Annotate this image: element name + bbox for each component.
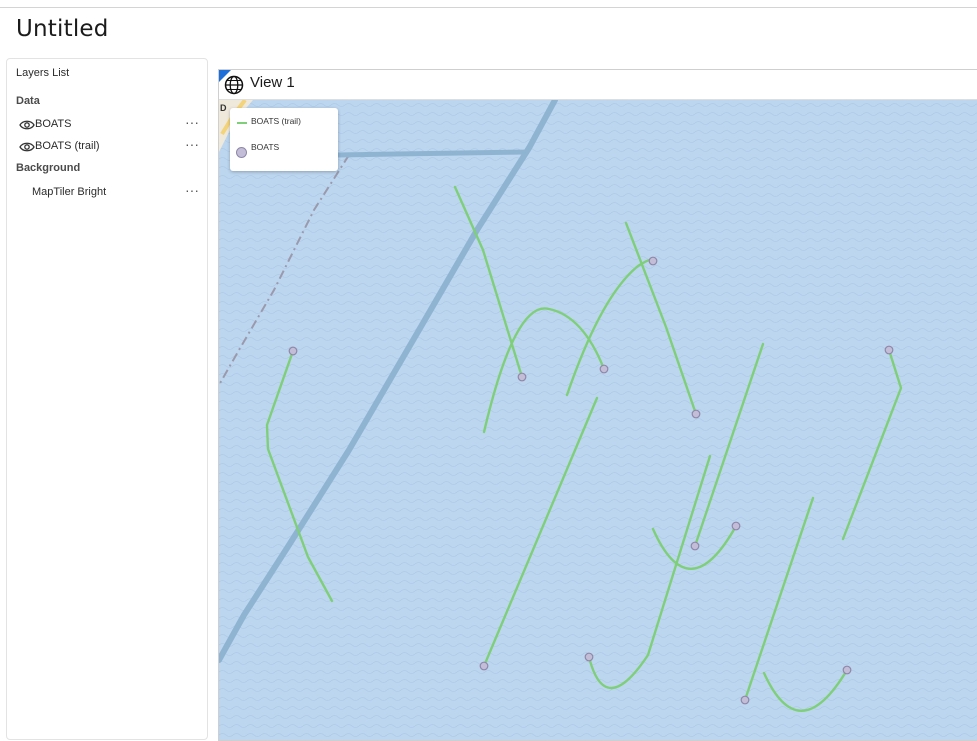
- boat-marker[interactable]: [740, 695, 750, 705]
- more-options-icon[interactable]: ···: [185, 136, 199, 152]
- top-divider: [0, 7, 977, 8]
- section-data-title: Data: [16, 95, 40, 107]
- map-canvas[interactable]: D BOATS (trail) BOATS: [219, 100, 977, 740]
- view-title: View 1: [250, 74, 295, 91]
- layer-row-maptiler-bright[interactable]: MapTiler Bright ···: [7, 182, 207, 205]
- boat-marker[interactable]: [690, 541, 700, 551]
- legend-line-symbol: [237, 122, 247, 124]
- layer-label: BOATS: [35, 118, 72, 130]
- boat-marker[interactable]: [584, 652, 594, 662]
- globe-icon: [224, 75, 244, 95]
- legend-label-boats: BOATS: [251, 142, 280, 152]
- boat-marker[interactable]: [731, 521, 741, 531]
- boat-marker[interactable]: [691, 409, 701, 419]
- view-header: View 1: [219, 70, 977, 100]
- water-texture: [219, 100, 977, 740]
- boat-marker[interactable]: [479, 661, 489, 671]
- more-options-icon[interactable]: ···: [185, 114, 199, 130]
- boat-marker[interactable]: [648, 256, 658, 266]
- layer-label: MapTiler Bright: [32, 186, 107, 198]
- more-options-icon[interactable]: ···: [185, 182, 199, 198]
- layers-list-title: Layers List: [16, 67, 70, 79]
- boat-marker[interactable]: [288, 346, 298, 356]
- eye-icon[interactable]: [19, 119, 35, 131]
- page-title: Untitled: [16, 16, 109, 42]
- layer-label: BOATS (trail): [35, 140, 100, 152]
- map-edge-label: D: [220, 103, 227, 113]
- boat-marker[interactable]: [599, 364, 609, 374]
- eye-icon[interactable]: [19, 141, 35, 153]
- layers-panel: Layers List Data BOATS ··· BOATS (trail)…: [6, 58, 208, 740]
- map-view: View 1 D BOATS (trail) BOATS: [218, 69, 977, 741]
- layer-row-boats-trail[interactable]: BOATS (trail) ···: [7, 136, 207, 159]
- boat-marker[interactable]: [842, 665, 852, 675]
- map-legend: BOATS (trail) BOATS: [230, 108, 338, 171]
- legend-label-trail: BOATS (trail): [251, 116, 301, 126]
- legend-point-symbol: [236, 147, 247, 158]
- boat-marker[interactable]: [884, 345, 894, 355]
- layer-row-boats[interactable]: BOATS ···: [7, 114, 207, 137]
- section-background-title: Background: [16, 162, 81, 174]
- boat-marker[interactable]: [517, 372, 527, 382]
